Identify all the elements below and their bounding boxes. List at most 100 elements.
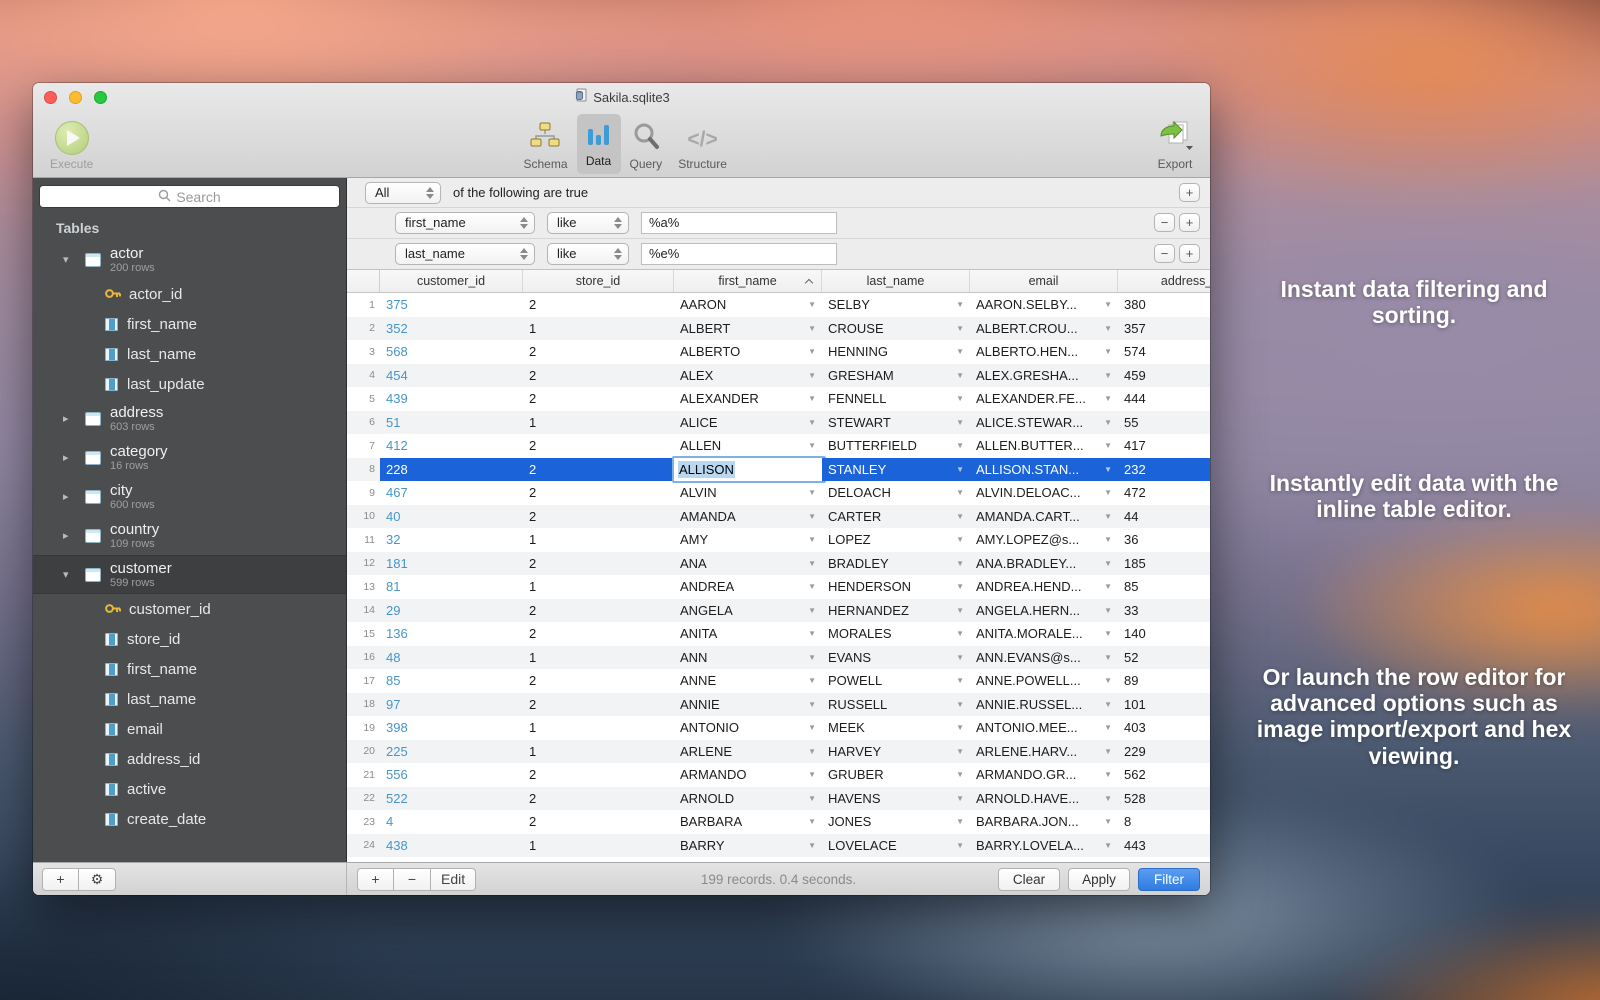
cell-dropdown-icon[interactable]: ▼ bbox=[808, 488, 816, 497]
cell-dropdown-icon[interactable]: ▼ bbox=[1104, 441, 1112, 450]
column-header-email[interactable]: email bbox=[970, 270, 1118, 292]
cell-dropdown-icon[interactable]: ▼ bbox=[808, 841, 816, 850]
cell-address_id[interactable]: 44 bbox=[1118, 505, 1210, 529]
cell-dropdown-icon[interactable]: ▼ bbox=[956, 441, 964, 450]
cell-dropdown-icon[interactable]: ▼ bbox=[1104, 700, 1112, 709]
sidebar-column-first_name[interactable]: first_name bbox=[33, 654, 346, 684]
cell-customer_id[interactable]: 384 bbox=[380, 857, 523, 862]
cell-last_name[interactable]: VARNEY▼ bbox=[822, 857, 970, 862]
cell-last_name[interactable]: POWELL▼ bbox=[822, 669, 970, 693]
cell-address_id[interactable]: 472 bbox=[1118, 481, 1210, 505]
cell-dropdown-icon[interactable]: ▼ bbox=[808, 676, 816, 685]
cell-last_name[interactable]: MORALES▼ bbox=[822, 622, 970, 646]
cell-dropdown-icon[interactable]: ▼ bbox=[808, 582, 816, 591]
cell-customer_id[interactable]: 568 bbox=[380, 340, 523, 364]
disclosure-collapsed-icon[interactable]: ▸ bbox=[63, 451, 77, 464]
column-header-customer_id[interactable]: customer_id bbox=[380, 270, 523, 292]
cell-dropdown-icon[interactable]: ▼ bbox=[808, 700, 816, 709]
cell-dropdown-icon[interactable]: ▼ bbox=[956, 700, 964, 709]
cell-customer_id[interactable]: 40 bbox=[380, 505, 523, 529]
cell-address_id[interactable]: 36 bbox=[1118, 528, 1210, 552]
cell-store_id[interactable]: 2 bbox=[523, 293, 674, 317]
cell-store_id[interactable]: 2 bbox=[523, 340, 674, 364]
rule-operator-popup[interactable]: like bbox=[547, 243, 629, 265]
sidebar-column-store_id[interactable]: store_id bbox=[33, 624, 346, 654]
column-header-first_name[interactable]: first_name bbox=[674, 270, 822, 292]
table-row[interactable]: 225222ARNOLD▼HAVENS▼ARNOLD.HAVE...▼528 bbox=[347, 787, 1210, 811]
table-row[interactable]: 244381BARRY▼LOVELACE▼BARRY.LOVELA...▼443 bbox=[347, 834, 1210, 858]
table-row[interactable]: 74122ALLEN▼BUTTERFIELD▼ALLEN.BUTTER...▼4… bbox=[347, 434, 1210, 458]
table-row[interactable]: 14292ANGELA▼HERNANDEZ▼ANGELA.HERN...▼33 bbox=[347, 599, 1210, 623]
cell-store_id[interactable]: 2 bbox=[523, 364, 674, 388]
column-header-last_name[interactable]: last_name bbox=[822, 270, 970, 292]
rule-operator-popup[interactable]: like bbox=[547, 212, 629, 234]
cell-customer_id[interactable]: 32 bbox=[380, 528, 523, 552]
add-rule-button[interactable]: + bbox=[1179, 244, 1200, 263]
cell-customer_id[interactable]: 181 bbox=[380, 552, 523, 576]
sidebar-column-customer_id[interactable]: customer_id bbox=[33, 594, 346, 624]
cell-customer_id[interactable]: 467 bbox=[380, 481, 523, 505]
cell-store_id[interactable]: 2 bbox=[523, 505, 674, 529]
cell-dropdown-icon[interactable]: ▼ bbox=[956, 324, 964, 333]
sidebar-table-city[interactable]: ▸city600 rows bbox=[33, 477, 346, 516]
cell-dropdown-icon[interactable]: ▼ bbox=[1104, 300, 1112, 309]
sidebar-actions-gear-button[interactable]: ⚙ bbox=[79, 868, 116, 891]
cell-first_name[interactable]: ANNIE▼ bbox=[674, 693, 822, 717]
cell-dropdown-icon[interactable]: ▼ bbox=[956, 300, 964, 309]
cell-last_name[interactable]: BRADLEY▼ bbox=[822, 552, 970, 576]
cell-last_name[interactable]: STANLEY▼ bbox=[822, 458, 970, 482]
cell-dropdown-icon[interactable]: ▼ bbox=[1104, 606, 1112, 615]
query-button[interactable]: Query bbox=[623, 111, 670, 177]
cell-email[interactable]: ANNIE.RUSSEL...▼ bbox=[970, 693, 1118, 717]
cell-last_name[interactable]: HARVEY▼ bbox=[822, 740, 970, 764]
cell-last_name[interactable]: HENDERSON▼ bbox=[822, 575, 970, 599]
apply-filter-button[interactable]: Apply bbox=[1068, 868, 1130, 891]
cell-first_name[interactable]: ALBERTO▼ bbox=[674, 340, 822, 364]
cell-first_name[interactable]: ARMANDO▼ bbox=[674, 763, 822, 787]
sidebar-table-category[interactable]: ▸category16 rows bbox=[33, 438, 346, 477]
cell-store_id[interactable]: 1 bbox=[523, 528, 674, 552]
cell-address_id[interactable]: 417 bbox=[1118, 434, 1210, 458]
cell-email[interactable]: BARBARA.JON...▼ bbox=[970, 810, 1118, 834]
cell-last_name[interactable]: LOPEZ▼ bbox=[822, 528, 970, 552]
cell-address_id[interactable]: 229 bbox=[1118, 740, 1210, 764]
cell-email[interactable]: ALEX.GRESHA...▼ bbox=[970, 364, 1118, 388]
table-row[interactable]: 17852ANNE▼POWELL▼ANNE.POWELL...▼89 bbox=[347, 669, 1210, 693]
cell-store_id[interactable]: 1 bbox=[523, 411, 674, 435]
cell-customer_id[interactable]: 4 bbox=[380, 810, 523, 834]
cell-first_name[interactable]: BARBARA▼ bbox=[674, 810, 822, 834]
cell-email[interactable]: BENJAMIN.VAR...▼ bbox=[970, 857, 1118, 862]
cell-address_id[interactable]: 89 bbox=[1118, 669, 1210, 693]
cell-dropdown-icon[interactable]: ▼ bbox=[956, 629, 964, 638]
add-rule-button[interactable]: + bbox=[1179, 213, 1200, 232]
cell-email[interactable]: ALVIN.DELOAC...▼ bbox=[970, 481, 1118, 505]
structure-button[interactable]: </> Structure bbox=[671, 111, 734, 177]
cell-dropdown-icon[interactable]: ▼ bbox=[1104, 394, 1112, 403]
cell-dropdown-icon[interactable]: ▼ bbox=[956, 582, 964, 591]
table-row[interactable]: 193981ANTONIO▼MEEK▼ANTONIO.MEE...▼403 bbox=[347, 716, 1210, 740]
cell-address_id[interactable]: 444 bbox=[1118, 387, 1210, 411]
cell-store_id[interactable]: 2 bbox=[523, 810, 674, 834]
cell-dropdown-icon[interactable]: ▼ bbox=[1104, 347, 1112, 356]
sidebar-column-last_name[interactable]: last_name bbox=[33, 339, 346, 369]
cell-address_id[interactable]: 443 bbox=[1118, 834, 1210, 858]
cell-last_name[interactable]: EVANS▼ bbox=[822, 646, 970, 670]
rule-field-popup[interactable]: last_name bbox=[395, 243, 535, 265]
cell-last_name[interactable]: LOVELACE▼ bbox=[822, 834, 970, 858]
cell-dropdown-icon[interactable]: ▼ bbox=[1104, 488, 1112, 497]
cell-first_name[interactable]: BENJAMIN▼ bbox=[674, 857, 822, 862]
cell-dropdown-icon[interactable]: ▼ bbox=[956, 465, 964, 474]
cell-store_id[interactable]: 2 bbox=[523, 434, 674, 458]
cell-last_name[interactable]: RUSSELL▼ bbox=[822, 693, 970, 717]
cell-first_name[interactable]: BARRY▼ bbox=[674, 834, 822, 858]
cell-address_id[interactable]: 459 bbox=[1118, 364, 1210, 388]
cell-address_id[interactable]: 55 bbox=[1118, 411, 1210, 435]
export-button[interactable]: Export bbox=[1150, 111, 1200, 177]
cell-dropdown-icon[interactable]: ▼ bbox=[808, 653, 816, 662]
table-row[interactable]: 10402AMANDA▼CARTER▼AMANDA.CART...▼44 bbox=[347, 505, 1210, 529]
column-header-address_id[interactable]: address_id bbox=[1118, 270, 1210, 292]
cell-first_name[interactable]: ANTONIO▼ bbox=[674, 716, 822, 740]
cell-email[interactable]: ANN.EVANS@s...▼ bbox=[970, 646, 1118, 670]
cell-dropdown-icon[interactable]: ▼ bbox=[1104, 747, 1112, 756]
cell-customer_id[interactable]: 556 bbox=[380, 763, 523, 787]
